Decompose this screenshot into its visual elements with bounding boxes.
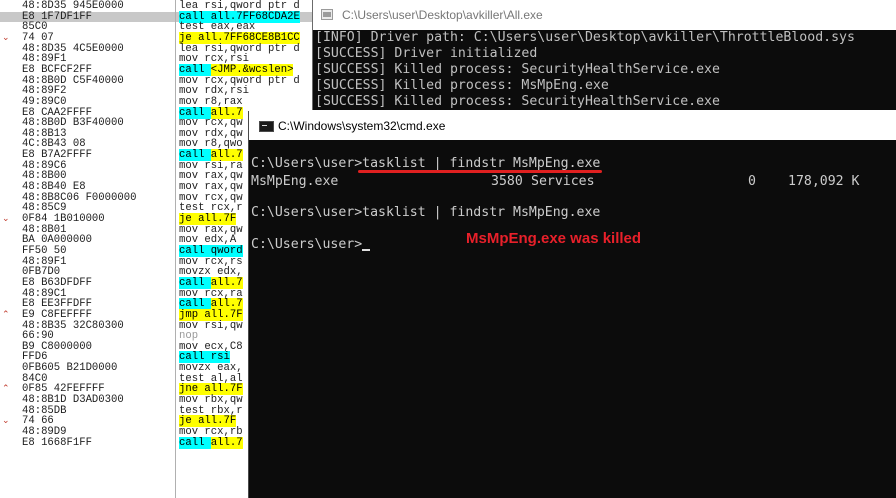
result-image-name: MsMpEng.exe — [251, 174, 339, 189]
result-session-name: Services — [531, 174, 595, 189]
disasm-instruction: call all.7 — [179, 436, 243, 449]
cmd-command: tasklist | findstr MsMpEng.exe — [362, 205, 601, 220]
disasm-instruction: mov r8,rax — [179, 97, 243, 108]
cmd-command-line: C:\Users\user>tasklist | findstr MsMpEng… — [251, 205, 600, 221]
console-line: [SUCCESS] Killed process: SecurityHealth… — [315, 62, 720, 77]
cmd-prompt: C:\Users\user> — [251, 237, 363, 252]
console-window-icon — [321, 9, 333, 20]
cmd-command: tasklist | findstr MsMpEng.exe — [362, 156, 601, 171]
jump-arrow-icon: ⌄ — [2, 32, 10, 43]
result-session-number: 0 — [748, 174, 756, 189]
disasm-bytes: 49:89C0 — [22, 95, 67, 108]
console-line: [SUCCESS] Driver initialized — [315, 46, 538, 61]
jump-arrow-icon: ⌃ — [2, 309, 10, 320]
result-mem-usage: 178,092 K — [788, 174, 860, 189]
disasm-bytes: 48:8D35 945E0000 — [22, 0, 124, 12]
disasm-row[interactable]: 49:89C0 mov r8,rax — [0, 97, 320, 108]
allexe-window-title: C:\Users\user\Desktop\avkiller\All.exe — [342, 8, 543, 22]
allexe-title-bar[interactable]: C:\Users\user\Desktop\avkiller\All.exe — [313, 0, 896, 30]
cmd-prompt: C:\Users\user> — [251, 156, 363, 171]
disasm-instruction: lea rsi,qword ptr d — [179, 1, 300, 12]
killed-annotation: MsMpEng.exe was killed — [466, 230, 642, 247]
console-line: [INFO] Driver path: C:\Users\user\Deskto… — [315, 30, 855, 45]
disasm-row[interactable]: E8 1F7DF1FF call all.7FF68CDA2E — [0, 10, 320, 23]
text-cursor — [362, 249, 370, 251]
disasm-bytes: E9 C8FEFFFF — [22, 308, 92, 321]
disasm-row[interactable]: 48:8D35 945E0000 lea rsi,qword ptr d — [0, 1, 320, 12]
disasm-bytes: FF50 50 — [22, 244, 67, 257]
cmd-title-bar[interactable]: C:\Windows\system32\cmd.exe — [249, 111, 896, 140]
cmd-window-icon — [259, 121, 274, 132]
console-line: [SUCCESS] Killed process: SecurityHealth… — [315, 94, 720, 109]
console-line: [SUCCESS] Killed process: MsMpEng.exe — [315, 78, 609, 93]
cmd-input-line[interactable]: C:\Users\user> — [251, 237, 362, 253]
disasm-bytes: E8 B63DFDFF — [22, 276, 92, 289]
disasm-bytes: 48:89D9 — [22, 426, 67, 438]
instruction-segment: all.7 — [210, 436, 243, 449]
disasm-bytes: 74 07 — [22, 31, 54, 44]
disassembly-column-divider — [175, 0, 176, 498]
disasm-bytes: 0F84 1B010000 — [22, 213, 105, 225]
jump-arrow-icon: ⌄ — [2, 214, 10, 224]
disasm-bytes: E8 1668F1FF — [22, 436, 92, 449]
instruction-segment: call — [179, 436, 211, 449]
allexe-console-window[interactable]: C:\Users\user\Desktop\avkiller\All.exe [… — [312, 0, 896, 110]
jump-arrow-icon: ⌄ — [2, 416, 10, 427]
cmd-prompt: C:\Users\user> — [251, 205, 363, 220]
disasm-instruction: mov rcx,rb — [179, 427, 243, 438]
result-pid: 3580 — [491, 174, 523, 189]
jump-arrow-icon: ⌃ — [2, 384, 10, 395]
red-underline-annotation — [358, 170, 602, 173]
cmd-window-title: C:\Windows\system32\cmd.exe — [278, 119, 446, 133]
disasm-bytes: E8 BCFCF2FF — [22, 63, 92, 76]
tasklist-result-row: MsMpEng.exe 3580 Services 0 178,092 K — [251, 174, 891, 190]
